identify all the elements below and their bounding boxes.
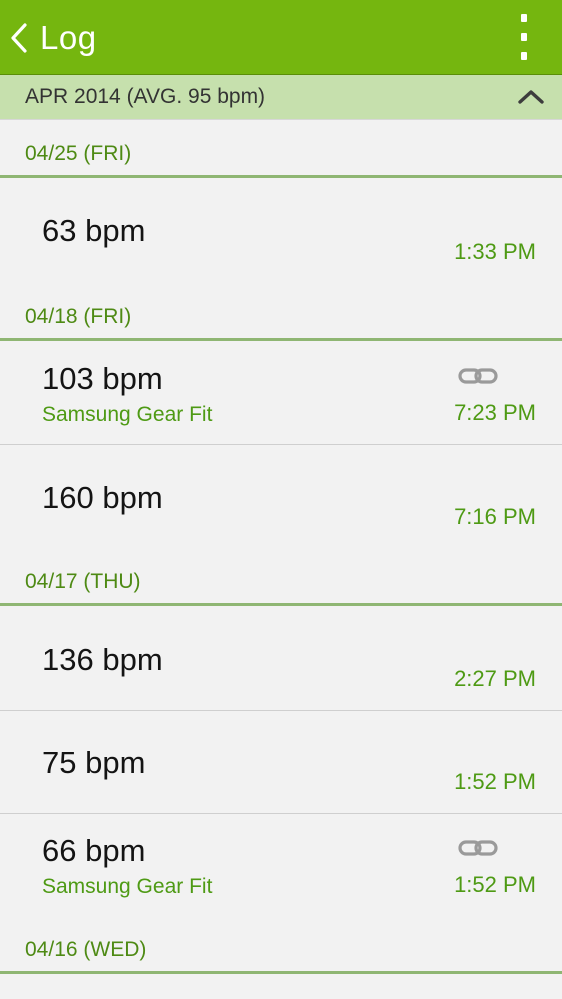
- date-label: 04/17 (THU): [25, 570, 141, 593]
- entry-time: 1:52 PM: [454, 769, 536, 794]
- entry-time: 7:23 PM: [454, 400, 536, 425]
- entry-time: 1:52 PM: [454, 872, 536, 897]
- entry-time: 1:33 PM: [454, 239, 536, 264]
- date-label: 04/25 (FRI): [25, 142, 132, 165]
- entry-time: 7:16 PM: [454, 504, 536, 529]
- entry-time: 2:27 PM: [454, 666, 536, 691]
- chevron-up-icon[interactable]: [516, 83, 546, 109]
- source-device: Samsung Gear Fit: [42, 875, 213, 898]
- heart-rate-value: 136 bpm: [42, 642, 163, 677]
- heart-rate-value: 75 bpm: [42, 745, 146, 780]
- heart-rate-value: 160 bpm: [42, 480, 163, 515]
- heart-rate-value: 63 bpm: [42, 213, 146, 248]
- source-device: Samsung Gear Fit: [42, 403, 213, 426]
- heart-rate-value: 66 bpm: [42, 833, 146, 868]
- log-entry[interactable]: 160 bpm 7:16 PM: [0, 446, 562, 563]
- month-summary-header[interactable]: APR 2014 (AVG. 95 bpm): [0, 75, 562, 120]
- link-icon: [458, 840, 498, 856]
- date-label: 04/18 (FRI): [25, 305, 132, 328]
- log-entry[interactable]: 136 bpm 2:27 PM: [0, 607, 562, 711]
- date-label: 04/16 (WED): [25, 938, 147, 961]
- log-entry[interactable]: 66 bpm Samsung Gear Fit 1:52 PM: [0, 815, 562, 917]
- date-header: 04/25 (FRI): [0, 120, 562, 178]
- month-summary-label: APR 2014 (AVG. 95 bpm): [25, 85, 266, 108]
- log-entry[interactable]: 63 bpm 1:33 PM: [0, 180, 562, 298]
- heart-rate-value: 103 bpm: [42, 361, 163, 396]
- chevron-left-icon: [11, 23, 27, 53]
- log-entry[interactable]: 103 bpm Samsung Gear Fit 7:23 PM: [0, 342, 562, 445]
- back-button[interactable]: Log: [8, 16, 97, 60]
- page-title: Log: [40, 19, 97, 56]
- date-header: 04/17 (THU): [0, 548, 562, 606]
- date-header: 04/16 (WED): [0, 916, 562, 974]
- log-entry[interactable]: 75 bpm 1:52 PM: [0, 712, 562, 814]
- link-icon: [458, 368, 498, 384]
- app-bar: Log: [0, 0, 562, 75]
- date-header: 04/18 (FRI): [0, 283, 562, 341]
- more-options-icon[interactable]: [512, 14, 536, 60]
